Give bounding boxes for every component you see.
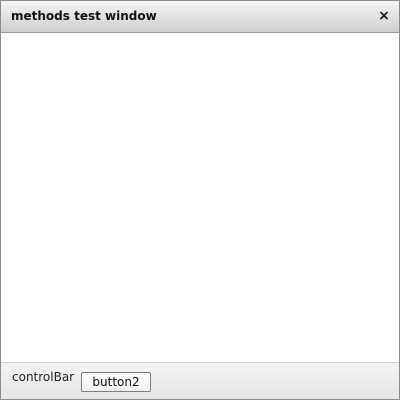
- window-title: methods test window: [11, 9, 157, 23]
- control-bar: controlBar button2: [1, 362, 399, 399]
- title-bar[interactable]: methods test window ×: [1, 1, 399, 33]
- methods-test-window: methods test window × controlBar button2: [0, 0, 400, 400]
- window-content: [1, 33, 399, 362]
- control-bar-label: controlBar: [12, 370, 75, 384]
- close-icon[interactable]: ×: [376, 7, 392, 25]
- button2-button[interactable]: button2: [81, 372, 151, 392]
